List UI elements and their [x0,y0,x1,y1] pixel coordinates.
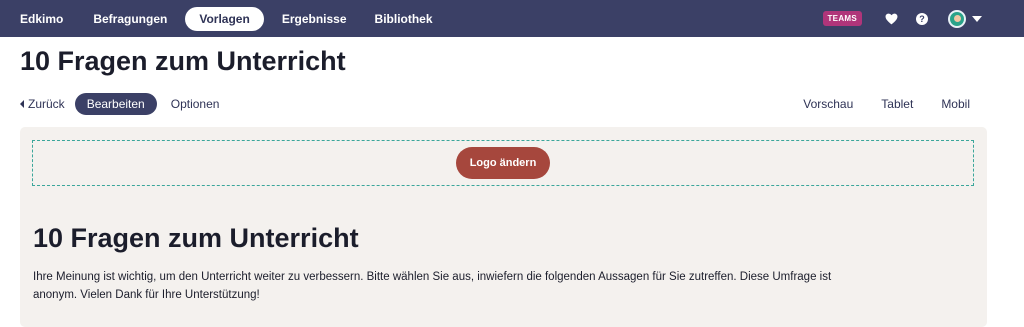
back-label: Zurück [28,97,65,111]
heart-icon[interactable] [884,12,898,26]
survey-title[interactable]: 10 Fragen zum Unterricht [33,223,359,254]
view-mode-links: Vorschau Tablet Mobil [775,97,984,111]
top-navigation: Edkimo Befragungen Vorlagen Ergebnisse B… [0,0,1024,37]
logo-drop-zone[interactable]: Logo ändern [32,140,974,186]
avatar[interactable] [948,10,966,28]
page-title: 10 Fragen zum Unterricht [20,46,346,77]
view-mobile-link[interactable]: Mobil [941,97,970,111]
chevron-down-icon[interactable] [972,16,982,22]
view-preview-link[interactable]: Vorschau [803,97,853,111]
tab-bearbeiten[interactable]: Bearbeiten [75,93,157,115]
nav-right-group: TEAMS ? [823,0,1024,37]
nav-item-ergebnisse[interactable]: Ergebnisse [268,7,361,31]
teams-badge[interactable]: TEAMS [823,11,863,26]
change-logo-button[interactable]: Logo ändern [456,147,551,179]
nav-item-vorlagen[interactable]: Vorlagen [185,7,263,31]
view-tablet-link[interactable]: Tablet [881,97,913,111]
survey-intro-text[interactable]: Ihre Meinung ist wichtig, um den Unterri… [33,268,833,304]
back-link[interactable]: Zurück [20,97,65,111]
editor-toolbar: Zurück Bearbeiten Optionen Vorschau Tabl… [20,93,984,115]
nav-item-bibliothek[interactable]: Bibliothek [361,7,447,31]
tab-optionen[interactable]: Optionen [171,97,220,111]
brand-link[interactable]: Edkimo [6,7,79,31]
survey-editor-canvas: Logo ändern 10 Fragen zum Unterricht Ihr… [20,127,987,327]
help-icon[interactable]: ? [916,13,928,25]
back-arrow-icon [20,100,24,108]
nav-item-befragungen[interactable]: Befragungen [79,7,181,31]
